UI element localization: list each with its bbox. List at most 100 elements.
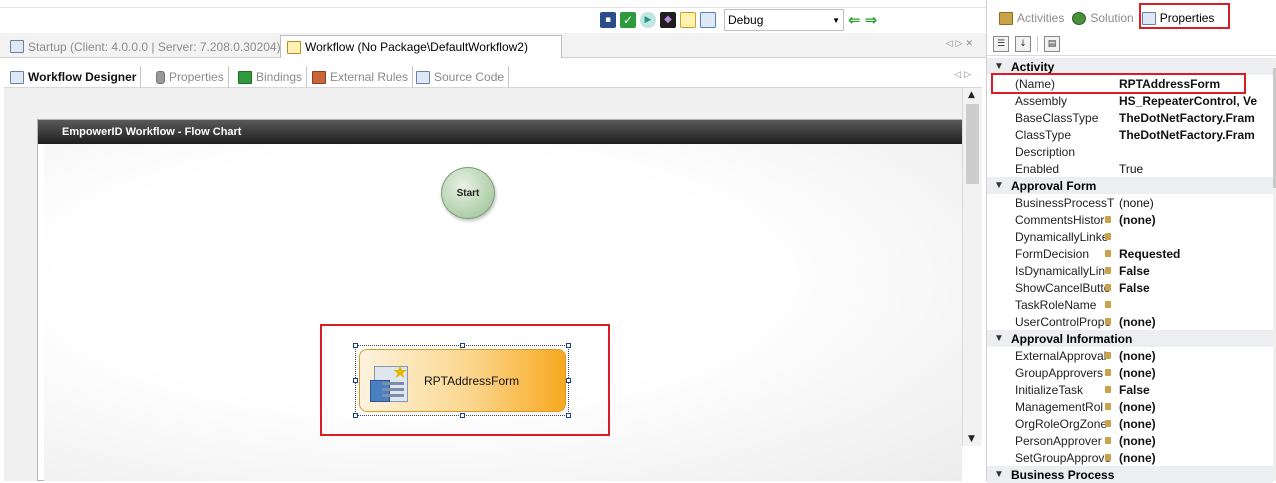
property-value[interactable]: (none) xyxy=(1119,213,1273,227)
property-row[interactable]: FormDecision Requested xyxy=(987,245,1273,262)
lock-icon xyxy=(1105,318,1111,325)
property-value[interactable]: (none) xyxy=(1119,315,1273,329)
resize-handle[interactable] xyxy=(353,413,358,418)
collapse-icon[interactable]: ▼ xyxy=(987,469,1011,480)
flowchart-header: EmpowerID Workflow - Flow Chart xyxy=(38,120,962,144)
scroll-thumb[interactable] xyxy=(966,104,979,184)
tab-solution[interactable]: Solution xyxy=(1068,6,1137,30)
category-approval-information[interactable]: ▼ Approval Information xyxy=(987,330,1273,347)
property-row[interactable]: ClassType TheDotNetFactory.Fram xyxy=(987,126,1273,143)
property-value[interactable]: Requested xyxy=(1119,247,1273,261)
forward-arrow-icon[interactable]: ⇒ xyxy=(865,11,878,29)
lock-icon xyxy=(1105,301,1111,308)
property-row[interactable]: ShowCancelButto False xyxy=(987,279,1273,296)
lock-icon xyxy=(1105,250,1111,257)
back-arrow-icon[interactable]: ⇐ xyxy=(848,11,861,29)
tab-workflow-designer[interactable]: Workflow Designer xyxy=(10,66,142,88)
tab-workflow[interactable]: Workflow (No Package\DefaultWorkflow2) xyxy=(280,35,562,58)
resize-handle[interactable] xyxy=(566,343,571,348)
property-name: TaskRoleName xyxy=(1015,297,1097,312)
vertical-scrollbar[interactable]: ▲ ▼ xyxy=(962,88,982,446)
new-item-icon[interactable] xyxy=(680,12,696,28)
property-grid: ▼ Activity (Name) RPTAddressForm Assembly… xyxy=(987,58,1273,483)
property-value[interactable]: (none) xyxy=(1119,196,1273,210)
tab-label: Source Code xyxy=(434,70,505,84)
tab-scroll-arrows[interactable]: ◁▷✕ xyxy=(946,39,976,49)
resize-handle[interactable] xyxy=(566,413,571,418)
bindings-icon xyxy=(238,70,252,84)
property-row[interactable]: PersonApprover (none) xyxy=(987,432,1273,449)
tab-external-rules[interactable]: External Rules xyxy=(312,66,414,88)
collapse-icon[interactable]: ▼ xyxy=(987,180,1011,191)
property-row[interactable]: InitializeTask False xyxy=(987,381,1273,398)
source-code-icon xyxy=(416,70,430,84)
property-value[interactable]: (none) xyxy=(1119,400,1273,414)
property-row[interactable]: ExternalApproval (none) xyxy=(987,347,1273,364)
property-row[interactable]: BaseClassType TheDotNetFactory.Fram xyxy=(987,109,1273,126)
property-value[interactable]: False xyxy=(1119,383,1273,397)
property-row[interactable]: ManagementRol (none) xyxy=(987,398,1273,415)
property-value[interactable]: False xyxy=(1119,281,1273,295)
property-row[interactable]: TaskRoleName xyxy=(987,296,1273,313)
property-value[interactable]: TheDotNetFactory.Fram xyxy=(1119,128,1273,142)
property-row[interactable]: CommentsHistor (none) xyxy=(987,211,1273,228)
property-value[interactable]: TheDotNetFactory.Fram xyxy=(1119,111,1273,125)
save-icon[interactable]: ▪ xyxy=(600,12,616,28)
property-row[interactable]: Assembly HS_RepeaterControl, Ve xyxy=(987,92,1273,109)
property-value[interactable]: (none) xyxy=(1119,349,1273,363)
lock-icon xyxy=(1105,216,1111,223)
categorized-icon[interactable]: ☰ xyxy=(993,35,1009,52)
category-business-process[interactable]: ▼ Business Process xyxy=(987,466,1273,483)
start-node[interactable]: Start xyxy=(441,167,495,219)
property-row[interactable]: GroupApprovers (none) xyxy=(987,364,1273,381)
property-value[interactable]: (none) xyxy=(1119,417,1273,431)
activity-node-rptaddressform[interactable]: ★ RPTAddressForm xyxy=(359,349,566,412)
property-value[interactable]: True xyxy=(1119,162,1273,176)
alphabetical-icon[interactable]: ↓ xyxy=(1015,35,1031,52)
property-name: Assembly xyxy=(1015,93,1068,108)
category-approval-form[interactable]: ▼ Approval Form xyxy=(987,177,1273,194)
property-name: Enabled xyxy=(1015,161,1060,176)
property-name: GroupApprovers xyxy=(1015,365,1104,380)
resize-handle[interactable] xyxy=(460,413,465,418)
visual-studio-icon[interactable]: ◆ xyxy=(660,12,676,28)
property-pages-icon[interactable]: ▤ xyxy=(1044,35,1060,52)
tab-startup[interactable]: Startup (Client: 4.0.0.0 | Server: 7.208… xyxy=(4,35,287,58)
tab-activities[interactable]: Activities xyxy=(995,6,1068,30)
property-value[interactable]: HS_RepeaterControl, Ve xyxy=(1119,94,1273,108)
window-icon[interactable] xyxy=(700,12,716,28)
tab-source-code[interactable]: Source Code xyxy=(416,66,510,88)
property-row[interactable]: OrgRoleOrgZone (none) xyxy=(987,415,1273,432)
form-activity-icon: ★ xyxy=(368,358,414,404)
resize-handle[interactable] xyxy=(353,343,358,348)
lock-icon xyxy=(1105,386,1111,393)
resize-handle[interactable] xyxy=(353,378,358,383)
toolbar-divider xyxy=(1037,35,1038,52)
property-row[interactable]: Description xyxy=(987,143,1273,160)
property-row[interactable]: UserControlPrope (none) xyxy=(987,313,1273,330)
scroll-up-icon[interactable]: ▲ xyxy=(968,90,975,100)
resize-handle[interactable] xyxy=(566,378,571,383)
resize-handle[interactable] xyxy=(460,343,465,348)
property-value[interactable]: (none) xyxy=(1119,366,1273,380)
tab-bindings[interactable]: Bindings xyxy=(238,66,308,88)
collapse-icon[interactable]: ▼ xyxy=(987,333,1011,344)
property-row[interactable]: DynamicallyLinke xyxy=(987,228,1273,245)
property-name: SetGroupApprove xyxy=(1015,450,1112,465)
configuration-dropdown[interactable]: Debug ▼ xyxy=(724,9,844,31)
startup-icon xyxy=(10,40,24,53)
property-row[interactable]: IsDynamicallyLin False xyxy=(987,262,1273,279)
collapse-icon[interactable]: ▼ xyxy=(987,61,1011,72)
subtab-scroll-arrows[interactable]: ◁▷ xyxy=(954,70,974,80)
check-icon[interactable]: ✓ xyxy=(620,12,636,28)
run-icon[interactable]: ▶ xyxy=(640,12,656,28)
tab-properties[interactable]: Properties xyxy=(156,66,229,88)
property-row[interactable]: Enabled True xyxy=(987,160,1273,177)
database-icon xyxy=(156,70,165,84)
property-row[interactable]: SetGroupApprove (none) xyxy=(987,449,1273,466)
property-value[interactable]: (none) xyxy=(1119,451,1273,465)
property-value[interactable]: (none) xyxy=(1119,434,1273,448)
property-row[interactable]: BusinessProcessT (none) xyxy=(987,194,1273,211)
property-value[interactable]: False xyxy=(1119,264,1273,278)
scroll-down-icon[interactable]: ▼ xyxy=(968,434,975,444)
